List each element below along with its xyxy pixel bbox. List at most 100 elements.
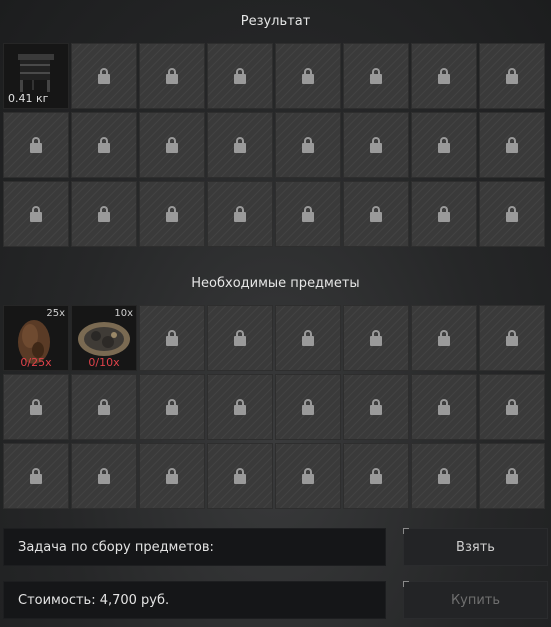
locked-slot bbox=[343, 374, 409, 440]
lock-icon bbox=[98, 399, 110, 415]
locked-slot bbox=[207, 374, 273, 440]
required-item-slot[interactable]: 25x 0/25x bbox=[3, 305, 69, 371]
result-title: Результат bbox=[240, 14, 311, 29]
lock-icon bbox=[438, 399, 450, 415]
lock-icon bbox=[370, 206, 382, 222]
lock-icon bbox=[166, 399, 178, 415]
lock-body bbox=[234, 74, 246, 84]
locked-slot bbox=[3, 181, 69, 247]
lock-body bbox=[370, 74, 382, 84]
locked-slot bbox=[207, 305, 273, 371]
required-item-count: 25x bbox=[46, 308, 65, 319]
locked-slot bbox=[479, 305, 545, 371]
locked-slot bbox=[71, 181, 137, 247]
locked-slot bbox=[207, 43, 273, 109]
locked-slot bbox=[343, 305, 409, 371]
locked-slot bbox=[3, 443, 69, 509]
required-item-count: 10x bbox=[114, 308, 133, 319]
lock-body bbox=[234, 143, 246, 153]
lock-body bbox=[438, 212, 450, 222]
lock-body bbox=[166, 405, 178, 415]
lock-icon bbox=[30, 137, 42, 153]
locked-slot bbox=[275, 374, 341, 440]
lock-body bbox=[370, 474, 382, 484]
lock-icon bbox=[166, 468, 178, 484]
lock-body bbox=[30, 143, 42, 153]
locked-slot bbox=[411, 181, 477, 247]
lock-icon bbox=[234, 399, 246, 415]
lock-body bbox=[166, 336, 178, 346]
locked-slot bbox=[411, 43, 477, 109]
lock-icon bbox=[506, 468, 518, 484]
locked-slot bbox=[71, 374, 137, 440]
locked-slot bbox=[207, 112, 273, 178]
lock-icon bbox=[302, 68, 314, 84]
locked-slot bbox=[411, 112, 477, 178]
required-item-slot[interactable]: 10x 0/10x bbox=[71, 305, 137, 371]
lock-body bbox=[166, 474, 178, 484]
required-grid: 25x 0/25x 10x 0/10x bbox=[3, 305, 548, 509]
locked-slot bbox=[139, 181, 205, 247]
lock-body bbox=[438, 336, 450, 346]
buy-button-label: Купить bbox=[450, 592, 501, 608]
lock-icon bbox=[370, 330, 382, 346]
lock-body bbox=[30, 212, 42, 222]
lock-icon bbox=[98, 206, 110, 222]
lock-body bbox=[30, 405, 42, 415]
locked-slot bbox=[343, 112, 409, 178]
locked-slot bbox=[71, 443, 137, 509]
lock-body bbox=[302, 74, 314, 84]
lock-icon bbox=[30, 468, 42, 484]
locked-slot bbox=[71, 112, 137, 178]
lock-icon bbox=[506, 206, 518, 222]
locked-slot bbox=[275, 112, 341, 178]
locked-slot bbox=[139, 43, 205, 109]
lock-body bbox=[302, 405, 314, 415]
button-corner bbox=[403, 581, 409, 587]
result-item-weight: 0.41 кг bbox=[8, 92, 49, 105]
lock-icon bbox=[438, 468, 450, 484]
lock-body bbox=[234, 336, 246, 346]
take-button[interactable]: Взять bbox=[403, 528, 548, 566]
lock-body bbox=[506, 212, 518, 222]
lock-body bbox=[506, 474, 518, 484]
locked-slot bbox=[3, 112, 69, 178]
buy-button[interactable]: Купить bbox=[403, 581, 548, 619]
locked-slot bbox=[479, 112, 545, 178]
lock-body bbox=[98, 74, 110, 84]
cost-panel: Стоимость: 4,700 руб. bbox=[3, 581, 386, 619]
lock-body bbox=[506, 336, 518, 346]
lock-icon bbox=[506, 68, 518, 84]
locked-slot bbox=[275, 443, 341, 509]
locked-slot bbox=[207, 181, 273, 247]
task-panel: Задача по сбору предметов: bbox=[3, 528, 386, 566]
lock-icon bbox=[166, 137, 178, 153]
lock-icon bbox=[234, 330, 246, 346]
locked-slot bbox=[207, 443, 273, 509]
lock-body bbox=[98, 405, 110, 415]
locked-slot bbox=[479, 181, 545, 247]
result-item-slot[interactable]: 0.41 кг bbox=[3, 43, 69, 109]
lock-icon bbox=[302, 468, 314, 484]
lock-icon bbox=[370, 137, 382, 153]
lock-body bbox=[370, 212, 382, 222]
lock-body bbox=[234, 212, 246, 222]
locked-slot bbox=[275, 305, 341, 371]
lock-body bbox=[166, 74, 178, 84]
locked-slot bbox=[411, 305, 477, 371]
locked-slot bbox=[411, 374, 477, 440]
lock-body bbox=[506, 405, 518, 415]
lock-icon bbox=[98, 68, 110, 84]
locked-slot bbox=[411, 443, 477, 509]
lock-body bbox=[302, 143, 314, 153]
locked-slot bbox=[343, 43, 409, 109]
lock-icon bbox=[98, 468, 110, 484]
lock-icon bbox=[30, 399, 42, 415]
button-corner bbox=[403, 528, 409, 534]
lock-body bbox=[302, 474, 314, 484]
lock-body bbox=[234, 405, 246, 415]
lock-icon bbox=[370, 468, 382, 484]
locked-slot bbox=[3, 374, 69, 440]
lock-icon bbox=[370, 399, 382, 415]
lock-body bbox=[438, 74, 450, 84]
